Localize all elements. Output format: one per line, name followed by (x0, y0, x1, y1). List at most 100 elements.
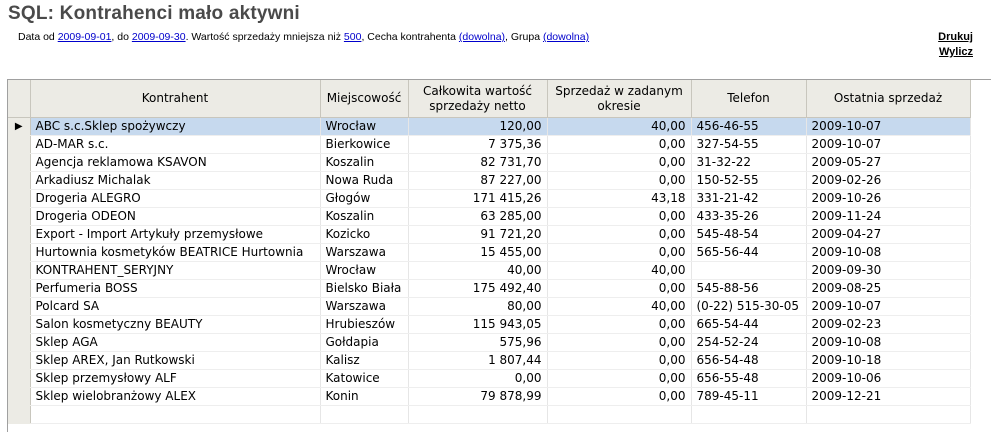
cell-telefon: 665-54-44 (691, 315, 807, 334)
cell-telefon: 150-52-55 (691, 171, 807, 190)
cell-kontrahent: Perfumeria BOSS (30, 279, 321, 298)
value-link[interactable]: 500 (344, 31, 362, 43)
row-selector[interactable] (8, 207, 31, 226)
cell-kontrahent: AD-MAR s.c. (30, 135, 321, 154)
cell-sprzedaz: 40,00 (547, 297, 692, 316)
table-row[interactable]: Sklep AGA Gołdapia 575,96 0,00 254-52-24 2009… (8, 333, 971, 352)
cell-ostatnia: 2009-04-27 (806, 225, 971, 244)
feature-link[interactable]: (dowolna) (459, 31, 505, 43)
row-selector-arrow-icon[interactable]: ▶ (8, 117, 31, 136)
cell-kontrahent: Export - Import Artykuły przemysłowe (30, 225, 321, 244)
row-selector[interactable] (8, 153, 31, 172)
table-row[interactable]: Salon kosmetyczny BEAUTY Hrubieszów 115 94… (8, 315, 971, 334)
value-label: . Wartość sprzedaży mniejsza niż (185, 31, 344, 43)
cell-telefon: 545-88-56 (691, 279, 807, 298)
cell-sprzedaz: 0,00 (547, 279, 692, 298)
table-row[interactable]: Sklep AREX, Jan Rutkowski Kalisz 1 807,44 0… (8, 351, 971, 370)
empty-cell (30, 405, 321, 424)
column-header-wartosc-line2: sprzedaży netto (429, 98, 526, 113)
calculate-link[interactable]: Wylicz (938, 45, 973, 60)
filter-summary: Data od 2009-09-01, do 2009-09-30. Warto… (18, 31, 589, 43)
cell-ostatnia: 2009-11-24 (806, 207, 971, 226)
column-header-sprzedaz-line2: okresie (597, 98, 641, 113)
column-header-wartosc[interactable]: Całkowita wartość sprzedaży netto (408, 80, 548, 118)
cell-kontrahent: Drogeria ODEON (30, 207, 321, 226)
table-row[interactable]: Sklep przemysłowy ALF Katowice 0,00 0,00 656… (8, 369, 971, 388)
column-header-wartosc-line1: Całkowita wartość (422, 83, 533, 98)
cell-ostatnia: 2009-10-07 (806, 297, 971, 316)
table-row[interactable]: Polcard SA Warszawa 80,00 40,00 (0-22) 515-3… (8, 297, 971, 316)
cell-wartosc: 15 455,00 (408, 243, 548, 262)
row-selector[interactable] (8, 243, 31, 262)
cell-miejscowosc: Koszalin (320, 207, 409, 226)
actions-panel: Drukuj Wylicz (938, 30, 973, 60)
cell-sprzedaz: 0,00 (547, 315, 692, 334)
empty-cell (320, 405, 409, 424)
cell-ostatnia: 2009-09-30 (806, 261, 971, 280)
column-header-miejscowosc[interactable]: Miejscowość (320, 80, 409, 118)
date-to-link[interactable]: 2009-09-30 (132, 31, 186, 43)
cell-sprzedaz: 0,00 (547, 171, 692, 190)
table-row-empty (8, 405, 971, 424)
cell-sprzedaz: 40,00 (547, 261, 692, 280)
cell-wartosc: 7 375,36 (408, 135, 548, 154)
cell-telefon: 656-54-48 (691, 351, 807, 370)
row-selector[interactable] (8, 297, 31, 316)
row-selector[interactable] (8, 171, 31, 190)
table-row[interactable]: KONTRAHENT_SERYJNY Wrocław 40,00 40,00 2009-… (8, 261, 971, 280)
row-selector[interactable] (8, 387, 31, 406)
row-selector[interactable] (8, 135, 31, 154)
row-selector[interactable] (8, 225, 31, 244)
empty-cell (691, 405, 807, 424)
table-row[interactable]: Perfumeria BOSS Bielsko Biała 175 492,40 0,… (8, 279, 971, 298)
cell-miejscowosc: Bierkowice (320, 135, 409, 154)
row-selector[interactable] (8, 369, 31, 388)
row-selector[interactable] (8, 279, 31, 298)
cell-miejscowosc: Gołdapia (320, 333, 409, 352)
cell-wartosc: 79 878,99 (408, 387, 548, 406)
results-grid[interactable]: Kontrahent Miejscowość Całkowita wartość… (7, 79, 991, 432)
cell-wartosc: 82 731,70 (408, 153, 548, 172)
empty-cell (547, 405, 692, 424)
cell-kontrahent: KONTRAHENT_SERYJNY (30, 261, 321, 280)
table-row[interactable]: Drogeria ALEGRO Głogów 171 415,26 43,18 331-… (8, 189, 971, 208)
table-row[interactable]: Hurtownia kosmetyków BEATRICE Hurtownia W… (8, 243, 971, 262)
column-header-ostatnia[interactable]: Ostatnia sprzedaż (806, 80, 971, 118)
cell-wartosc: 171 415,26 (408, 189, 548, 208)
row-selector[interactable] (8, 261, 31, 280)
column-header-kontrahent[interactable]: Kontrahent (30, 80, 321, 118)
feature-label: , Cecha kontrahenta (361, 31, 459, 43)
table-row[interactable]: Sklep wielobranżowy ALEX Konin 79 878,99 0,… (8, 387, 971, 406)
cell-wartosc: 575,96 (408, 333, 548, 352)
cell-telefon (691, 261, 807, 280)
cell-ostatnia: 2009-08-25 (806, 279, 971, 298)
column-header-telefon[interactable]: Telefon (691, 80, 807, 118)
row-selector[interactable] (8, 189, 31, 208)
cell-telefon: 789-45-11 (691, 387, 807, 406)
cell-miejscowosc: Hrubieszów (320, 315, 409, 334)
cell-wartosc: 0,00 (408, 369, 548, 388)
print-link[interactable]: Drukuj (938, 30, 973, 45)
table-row[interactable]: Export - Import Artykuły przemysłowe Kozi… (8, 225, 971, 244)
cell-telefon: 331-21-42 (691, 189, 807, 208)
table-row[interactable]: Drogeria ODEON Koszalin 63 285,00 0,00 433-3… (8, 207, 971, 226)
column-header-sprzedaz[interactable]: Sprzedaż w zadanym okresie (547, 80, 692, 118)
cell-sprzedaz: 0,00 (547, 207, 692, 226)
date-from-link[interactable]: 2009-09-01 (58, 31, 112, 43)
table-row[interactable]: AD-MAR s.c. Bierkowice 7 375,36 0,00 327-54-… (8, 135, 971, 154)
group-link[interactable]: (dowolna) (543, 31, 589, 43)
cell-telefon: 433-35-26 (691, 207, 807, 226)
table-row[interactable]: Arkadiusz Michalak Nowa Ruda 87 227,00 0,00… (8, 171, 971, 190)
table-row[interactable]: Agencja reklamowa KSAVON Koszalin 82 731,7… (8, 153, 971, 172)
row-selector[interactable] (8, 315, 31, 334)
cell-kontrahent: Drogeria ALEGRO (30, 189, 321, 208)
row-selector[interactable] (8, 351, 31, 370)
cell-telefon: 656-55-48 (691, 369, 807, 388)
cell-wartosc: 1 807,44 (408, 351, 548, 370)
row-selector[interactable] (8, 333, 31, 352)
cell-kontrahent: Agencja reklamowa KSAVON (30, 153, 321, 172)
cell-ostatnia: 2009-10-06 (806, 369, 971, 388)
table-row[interactable]: ▶ ABC s.c.Sklep spożywczy Wrocław 120,00 40,… (8, 117, 971, 136)
cell-wartosc: 40,00 (408, 261, 548, 280)
cell-miejscowosc: Katowice (320, 369, 409, 388)
